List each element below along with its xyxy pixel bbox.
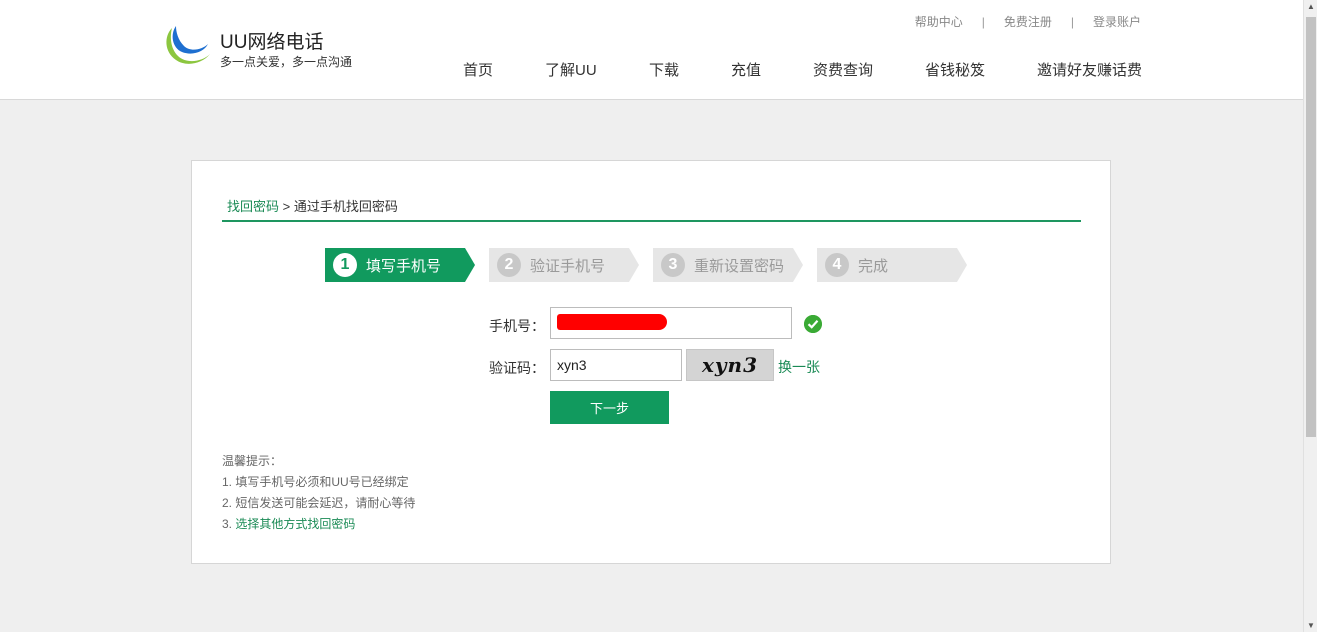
tip-item: 1. 填写手机号必须和UU号已经绑定 [222, 475, 409, 489]
refresh-captcha-link[interactable]: 换一张 [778, 357, 820, 377]
step-arrow [629, 248, 639, 282]
login-link[interactable]: 登录账户 [1093, 13, 1141, 30]
nav-download[interactable]: 下载 [649, 59, 679, 80]
check-icon [804, 315, 822, 333]
uu-logo-icon[interactable] [162, 22, 212, 70]
breadcrumb-current: > 通过手机找回密码 [279, 199, 398, 214]
tip-item: 2. 短信发送可能会延迟，请耐心等待 [222, 496, 416, 510]
captcha-image[interactable]: xyn3 [686, 349, 774, 381]
step-1: 1 填写手机号 [325, 248, 465, 282]
site-header: UU网络电话 多一点关爱，多一点沟通 帮助中心 | 免费注册 | 登录账户 首页… [0, 0, 1303, 100]
step-3: 3 重新设置密码 [653, 248, 793, 282]
nav-home[interactable]: 首页 [463, 59, 493, 80]
nav-rates[interactable]: 资费查询 [813, 59, 873, 80]
brand-slogan: 多一点关爱，多一点沟通 [220, 55, 353, 69]
divider: | [1070, 14, 1074, 29]
redaction-mark [557, 314, 667, 330]
nav-recharge[interactable]: 充值 [731, 59, 761, 80]
brand-name: UU网络电话 [220, 32, 324, 53]
tip-prefix: 3. [222, 517, 236, 531]
other-methods-link[interactable]: 选择其他方式找回密码 [235, 517, 355, 531]
code-label: 验证码： [489, 360, 545, 376]
step-number: 3 [661, 253, 685, 277]
code-input[interactable]: xyn3 [550, 349, 682, 381]
help-center-link[interactable]: 帮助中心 [915, 13, 963, 30]
phone-input[interactable] [550, 307, 792, 339]
nav-tips[interactable]: 省钱秘笈 [925, 59, 985, 80]
next-step-button[interactable]: 下一步 [550, 391, 669, 424]
step-label: 验证手机号 [530, 257, 606, 275]
phone-label: 手机号： [489, 318, 545, 334]
top-links: 帮助中心 | 免费注册 | 登录账户 [915, 13, 1141, 30]
step-4: 4 完成 [817, 248, 957, 282]
step-label: 完成 [858, 257, 889, 275]
scroll-down-icon[interactable]: ▼ [1307, 621, 1315, 630]
nav-about-uu[interactable]: 了解UU [545, 59, 597, 80]
recover-password-card: 找回密码 > 通过手机找回密码 1 填写手机号 2 验证手机号 3 重新设置密码… [191, 160, 1111, 564]
nav-invite[interactable]: 邀请好友赚话费 [1037, 59, 1142, 80]
tips-title: 温馨提示： [222, 454, 283, 468]
step-number: 4 [825, 253, 849, 277]
tip-item: 3. 选择其他方式找回密码 [222, 515, 415, 536]
breadcrumb: 找回密码 > 通过手机找回密码 [227, 196, 398, 215]
step-number: 1 [333, 253, 357, 277]
scroll-up-icon[interactable]: ▲ [1307, 2, 1315, 11]
vertical-scrollbar[interactable]: ▲ ▼ [1303, 0, 1317, 632]
step-2: 2 验证手机号 [489, 248, 629, 282]
step-arrow [793, 248, 803, 282]
step-arrow [465, 248, 475, 282]
step-label: 填写手机号 [366, 257, 442, 275]
step-number: 2 [497, 253, 521, 277]
step-arrow [957, 248, 967, 282]
step-label: 重新设置密码 [694, 257, 785, 275]
scroll-thumb[interactable] [1306, 17, 1316, 437]
divider: | [981, 14, 985, 29]
breadcrumb-divider [222, 220, 1081, 222]
tips-section: 温馨提示： 1. 填写手机号必须和UU号已经绑定 2. 短信发送可能会延迟，请耐… [222, 452, 415, 536]
register-link[interactable]: 免费注册 [1004, 13, 1052, 30]
breadcrumb-recover-link[interactable]: 找回密码 [227, 199, 279, 214]
